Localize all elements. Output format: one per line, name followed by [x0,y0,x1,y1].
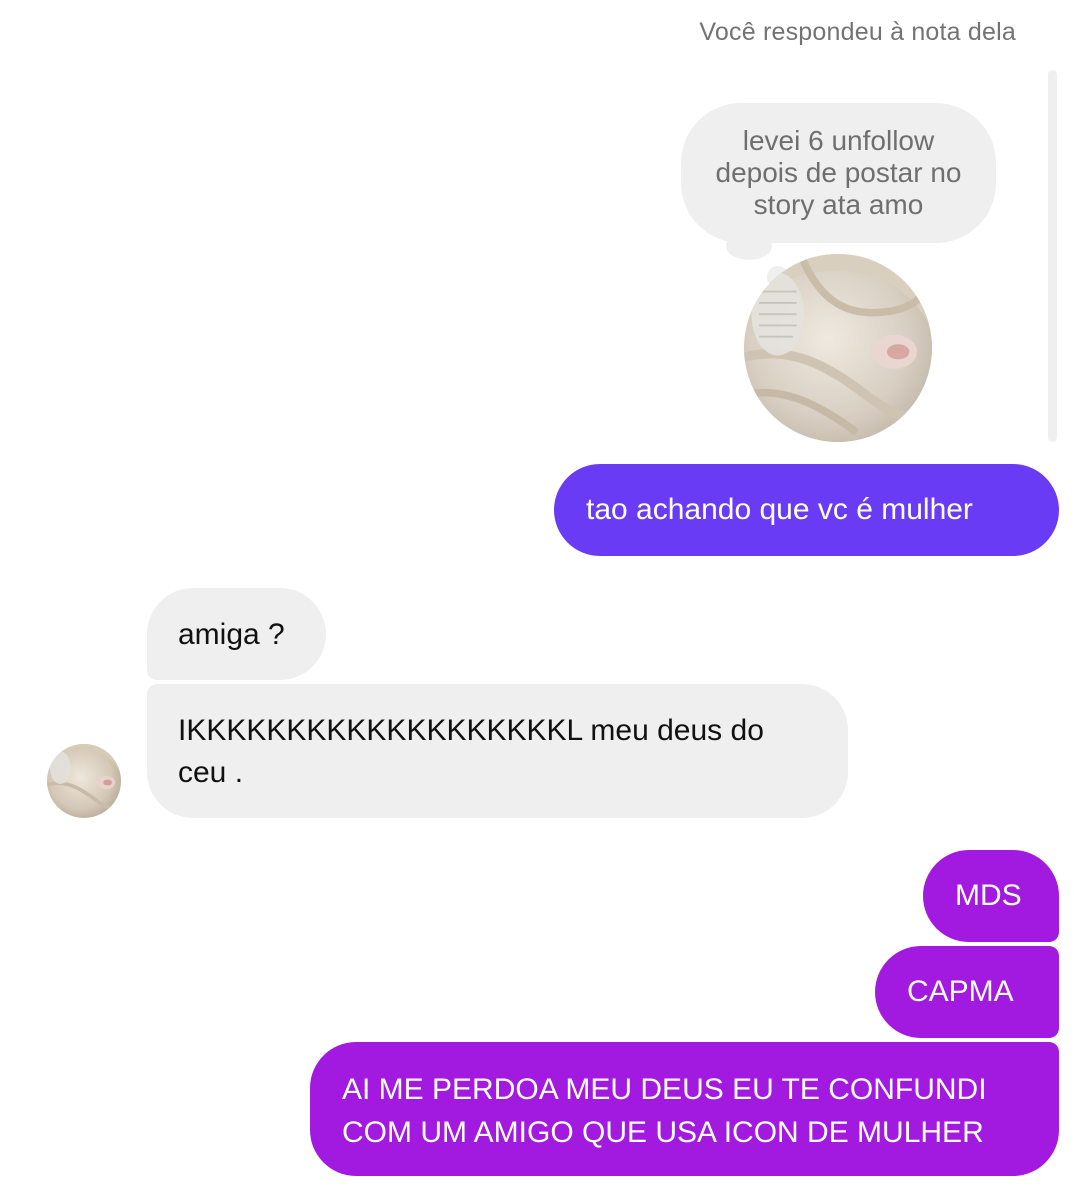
note-author-avatar[interactable] [744,254,932,442]
note-bubble-tail [726,232,772,260]
sender-avatar[interactable] [47,744,121,818]
received-message-bubble[interactable]: IKKKKKKKKKKKKKKKKKKKL meu deus do ceu . [147,684,848,818]
received-message-bubble[interactable]: amiga ? [147,588,326,680]
sent-message-bubble[interactable]: AI ME PERDOA MEU DEUS EU TE CONFUNDI COM… [310,1042,1059,1176]
sent-message-bubble[interactable]: tao achando que vc é mulher [554,464,1059,556]
note-bubble[interactable]: levei 6 unfollow depois de postar no sto… [681,103,996,243]
reply-indicator-bar [1048,70,1057,442]
avatar-image-icon [744,254,932,442]
sent-message-bubble[interactable]: MDS [923,850,1059,942]
avatar-image-icon [47,744,121,818]
note-reply-context-label: Você respondeu à nota dela [699,18,1016,46]
sent-message-bubble[interactable]: CAPMA [875,946,1059,1038]
